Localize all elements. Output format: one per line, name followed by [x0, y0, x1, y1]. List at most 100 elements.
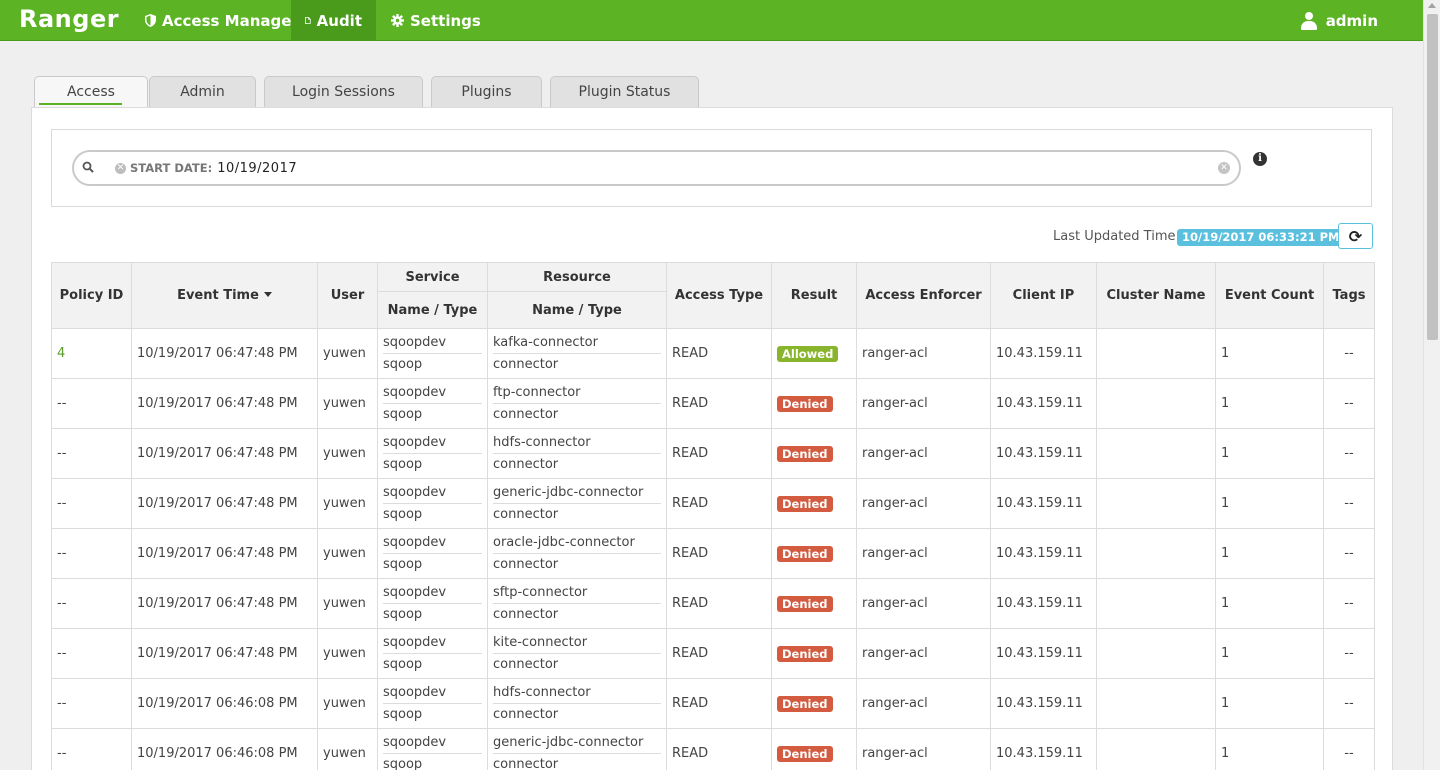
cell-user: yuwen [317, 378, 378, 429]
service-type: sqoop [383, 456, 423, 472]
cell-event-count: 1 [1215, 478, 1324, 529]
tab-plugins[interactable]: Plugins [431, 76, 542, 107]
service-name: sqoopdev [383, 585, 482, 604]
cell-access-enforcer: ranger-acl [856, 478, 991, 529]
header-client-ip: Client IP [990, 262, 1097, 329]
table-body: 4 10/19/2017 06:47:48 PM yuwen sqoopdev sqoo… [51, 328, 1375, 770]
cell-user: yuwen [317, 578, 378, 629]
header-cluster-name: Cluster Name [1096, 262, 1216, 329]
nav-settings[interactable]: Settings [377, 0, 495, 41]
resource-name: kafka-connector [493, 335, 661, 354]
cell-event-count: 1 [1215, 328, 1324, 379]
table-row: -- 10/19/2017 06:47:48 PM yuwen sqoopdev sqo… [51, 378, 1375, 429]
cell-event-time: 10/19/2017 06:47:48 PM [131, 428, 318, 479]
header-resource: Resource [487, 262, 667, 292]
cell-tags: -- [1323, 478, 1375, 529]
cell-policy-id: -- [51, 678, 132, 729]
cell-access-type: READ [666, 578, 772, 629]
cell-event-count: 1 [1215, 678, 1324, 729]
service-type: sqoop [383, 506, 423, 522]
search-facet-start-date[interactable]: ✕ START DATE: 10/19/2017 [115, 157, 297, 179]
resource-type: connector [493, 756, 559, 770]
cell-user: yuwen [317, 528, 378, 579]
cell-user: yuwen [317, 628, 378, 679]
cell-event-count: 1 [1215, 628, 1324, 679]
cell-cluster-name [1096, 628, 1216, 679]
service-type: sqoop [383, 756, 423, 770]
cell-tags: -- [1323, 428, 1375, 479]
cell-policy-id: -- [51, 628, 132, 679]
info-icon[interactable]: i [1253, 152, 1267, 166]
service-name: sqoopdev [383, 485, 482, 504]
cell-user: yuwen [317, 328, 378, 379]
service-name: sqoopdev [383, 685, 482, 704]
header-access-enforcer: Access Enforcer [856, 262, 991, 329]
cell-event-time: 10/19/2017 06:47:48 PM [131, 478, 318, 529]
scroll-up-arrow-icon[interactable] [1428, 3, 1436, 8]
facet-remove-icon[interactable]: ✕ [115, 162, 126, 174]
resource-type: connector [493, 656, 559, 672]
nav-audit-label: Audit [316, 11, 362, 30]
cell-policy-id[interactable]: 4 [51, 328, 132, 379]
resource-name: sftp-connector [493, 585, 661, 604]
header-event-time[interactable]: Event Time [131, 262, 318, 329]
cell-tags: -- [1323, 578, 1375, 629]
cell-policy-id: -- [51, 728, 132, 770]
cell-result: Denied [771, 528, 857, 579]
top-navbar: Ranger Access Manager Audit Settings adm… [0, 0, 1440, 41]
cell-event-time: 10/19/2017 06:47:48 PM [131, 578, 318, 629]
result-badge: Denied [777, 495, 833, 512]
header-resource-name-type: Name / Type [487, 291, 667, 329]
cell-access-type: READ [666, 628, 772, 679]
tab-plugin-status[interactable]: Plugin Status [550, 76, 699, 107]
cell-resource: kafka-connector connector [487, 328, 667, 379]
user-menu[interactable]: admin [1300, 0, 1378, 41]
table-row: -- 10/19/2017 06:47:48 PM yuwen sqoopdev sqo… [51, 478, 1375, 529]
result-badge: Denied [777, 595, 833, 612]
cell-tags: -- [1323, 378, 1375, 429]
cell-client-ip: 10.43.159.11 [990, 428, 1097, 479]
cell-result: Allowed [771, 328, 857, 379]
cell-result: Denied [771, 678, 857, 729]
resource-type: connector [493, 606, 559, 622]
tab-admin[interactable]: Admin [149, 76, 256, 107]
table-row: -- 10/19/2017 06:47:48 PM yuwen sqoopdev sqo… [51, 428, 1375, 479]
cell-access-type: READ [666, 728, 772, 770]
tab-access[interactable]: Access [34, 76, 148, 107]
facet-value[interactable]: 10/19/2017 [217, 161, 297, 176]
cell-user: yuwen [317, 678, 378, 729]
cell-resource: kite-connector connector [487, 628, 667, 679]
tab-login-sessions[interactable]: Login Sessions [264, 76, 423, 107]
page-scrollbar[interactable] [1423, 0, 1440, 770]
nav-audit[interactable]: Audit [291, 0, 376, 41]
header-service: Service [377, 262, 488, 292]
service-type: sqoop [383, 356, 423, 372]
resource-name: generic-jdbc-connector [493, 485, 661, 504]
cell-cluster-name [1096, 378, 1216, 429]
cell-result: Denied [771, 428, 857, 479]
table-row: -- 10/19/2017 06:47:48 PM yuwen sqoopdev sqo… [51, 528, 1375, 579]
service-type: sqoop [383, 656, 423, 672]
cell-cluster-name [1096, 678, 1216, 729]
refresh-button[interactable]: ⟳ [1338, 223, 1373, 249]
cell-client-ip: 10.43.159.11 [990, 528, 1097, 579]
cell-policy-id: -- [51, 578, 132, 629]
header-access-type: Access Type [666, 262, 772, 329]
resource-type: connector [493, 406, 559, 422]
cell-result: Denied [771, 628, 857, 679]
table-row: -- 10/19/2017 06:47:48 PM yuwen sqoopdev sqo… [51, 628, 1375, 679]
brand-logo[interactable]: Ranger [19, 5, 119, 33]
cell-event-time: 10/19/2017 06:46:08 PM [131, 728, 318, 770]
cell-service: sqoopdev sqoop [377, 628, 488, 679]
scroll-thumb[interactable] [1427, 14, 1438, 340]
cell-client-ip: 10.43.159.11 [990, 728, 1097, 770]
nav-access-manager[interactable]: Access Manager [131, 0, 313, 41]
service-name: sqoopdev [383, 735, 482, 754]
resource-name: ftp-connector [493, 385, 661, 404]
tab-login-sessions-label: Login Sessions [292, 84, 395, 100]
cell-event-time: 10/19/2017 06:46:08 PM [131, 678, 318, 729]
gear-icon [391, 14, 404, 27]
cell-service: sqoopdev sqoop [377, 428, 488, 479]
cell-tags: -- [1323, 628, 1375, 679]
clear-search-icon[interactable]: ✕ [1218, 162, 1230, 174]
